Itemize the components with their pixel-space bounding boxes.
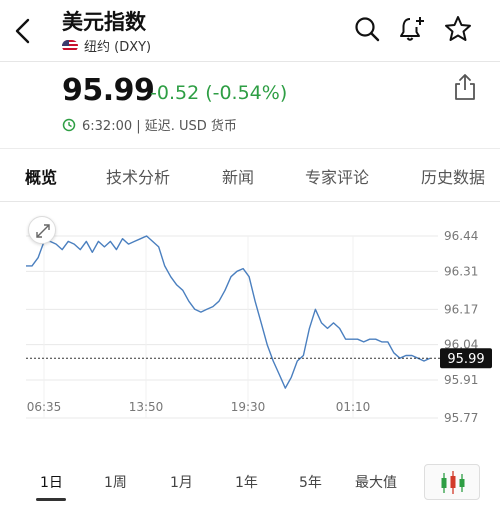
section-tabs: 概览 技术分析 新闻 专家评论 历史数据 (0, 148, 500, 202)
tab-overview[interactable]: 概览 (25, 164, 57, 188)
tab-technical-analysis[interactable]: 技术分析 (106, 164, 170, 188)
us-flag-icon (62, 39, 78, 52)
range-5y[interactable]: 5年 (299, 472, 322, 492)
star-icon[interactable] (443, 14, 473, 44)
share-icon[interactable] (452, 72, 478, 102)
clock-icon (62, 118, 76, 131)
current-price-tag-label: 95.99 (447, 352, 484, 367)
exchange-info: 纽约 (DXY) (62, 36, 151, 55)
y-tick-label: 95.77 (444, 411, 478, 425)
price-change: -0.52 (-0.54%) (150, 82, 288, 104)
top-bar: 美元指数 纽约 (DXY) (0, 0, 500, 62)
y-tick-label: 96.31 (444, 264, 478, 278)
y-tick-label: 96.17 (444, 302, 478, 316)
current-price: 95.99 (62, 73, 155, 108)
tab-news[interactable]: 新闻 (222, 164, 254, 188)
search-icon[interactable] (352, 14, 382, 44)
back-arrow-icon[interactable] (10, 14, 36, 48)
candlestick-toggle-button[interactable] (424, 464, 480, 500)
range-1d[interactable]: 1日 (40, 472, 63, 492)
page-title: 美元指数 (62, 10, 146, 34)
range-1w[interactable]: 1周 (104, 472, 127, 492)
expand-icon (36, 224, 50, 238)
add-alert-bell-icon[interactable] (397, 14, 427, 44)
quote-meta: 6:32:00 | 延迟. USD 货币 (62, 115, 237, 134)
range-1y[interactable]: 1年 (235, 472, 258, 492)
tab-expert-commentary[interactable]: 专家评论 (305, 164, 369, 188)
candlestick-chart-icon (441, 471, 465, 494)
x-tick-label: 19:30 (231, 400, 266, 414)
tab-historical-data[interactable]: 历史数据 (421, 164, 485, 188)
price-chart[interactable]: 96.4496.3196.1796.0495.9195.7706:35 13:50… (0, 208, 500, 430)
quote-meta-text: 6:32:00 | 延迟. USD 货币 (82, 119, 237, 134)
range-1m[interactable]: 1月 (170, 472, 193, 492)
expand-chart-button[interactable] (28, 216, 56, 244)
price-series-line (26, 235, 431, 389)
exchange-label: 纽约 (DXY) (84, 40, 152, 55)
x-tick-label: 06:35 (27, 400, 62, 414)
x-tick-label: 13:50 (129, 400, 164, 414)
y-tick-label: 96.44 (444, 229, 478, 243)
active-range-indicator (36, 498, 66, 501)
x-tick-label: 01:10 (336, 400, 371, 414)
range-max[interactable]: 最大值 (355, 472, 397, 492)
y-tick-label: 95.91 (444, 373, 478, 387)
